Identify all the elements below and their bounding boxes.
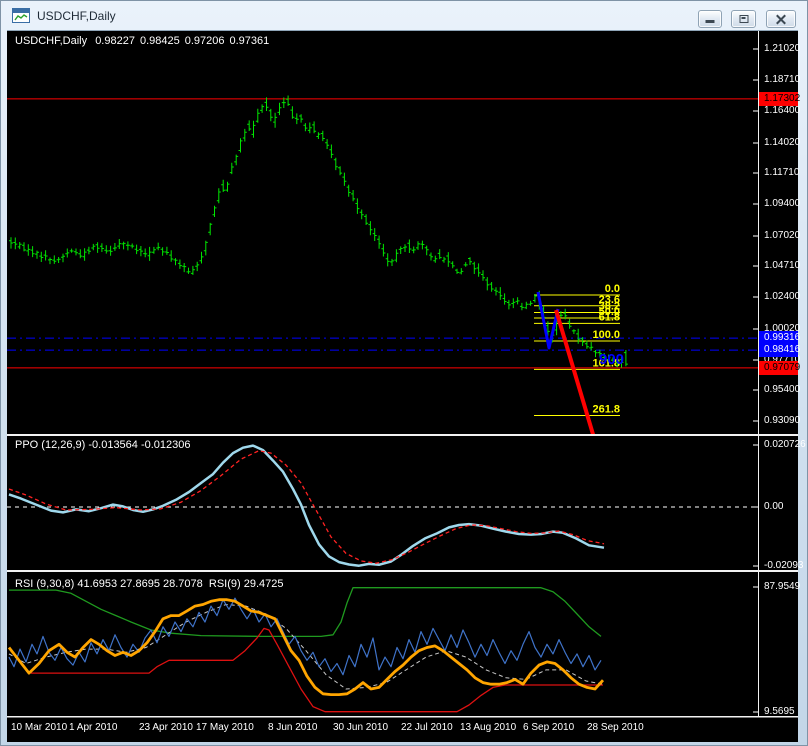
rsi-indicator-label: RSI (9,30,8) 41.6953 27.8695 28.7078 RSI… [15, 578, 283, 590]
ohlc-readout: USDCHF,Daily 0.98227 0.98425 0.97206 0.9736… [15, 35, 274, 47]
price-axis-label: 1.04710 [764, 260, 804, 272]
date-axis-label: 6 Sep 2010 [523, 722, 574, 733]
fib-level-label: 261.8 [592, 403, 620, 415]
chart-client-area[interactable]: 0.023.638.250.061.8100.0161.8261.8 USDCH… [7, 31, 798, 742]
price-axis-label: 1.16400 [764, 105, 804, 117]
open-value: 0.98227 [95, 35, 135, 47]
ppo-axis-label: -0.02093 [764, 560, 804, 572]
date-axis-label: 30 Jun 2010 [333, 722, 388, 733]
pane-separator[interactable] [7, 570, 798, 572]
ppo-main-line [9, 446, 604, 566]
ppo-indicator-label: PPO (12,26,9) -0.013564 -0.012306 [15, 439, 191, 451]
rsi-axis-label: 9.5695 [764, 706, 804, 718]
title-bar[interactable]: USDCHF,Daily [1, 1, 807, 31]
chart-canvas[interactable]: 0.023.638.250.061.8100.0161.8261.8 [7, 31, 798, 742]
date-axis-label: 17 May 2010 [196, 722, 254, 733]
price-level-badge: 1.17302 [759, 92, 798, 106]
restore-button[interactable] [731, 10, 756, 28]
ppo-axis-label: 0.020726 [764, 439, 804, 451]
minimize-icon [706, 20, 715, 23]
main-pane[interactable]: 0.023.638.250.061.8100.0161.8261.8 [7, 96, 758, 442]
fib-level-label: 100.0 [592, 329, 620, 341]
price-axis-label: 0.93090 [764, 415, 804, 427]
fib-annotation-text: 900 [599, 351, 624, 368]
price-axis-label: 1.18710 [764, 74, 804, 86]
date-axis-label: 1 Apr 2010 [69, 722, 117, 733]
price-axis-label: 0.95400 [764, 384, 804, 396]
date-axis-label: 10 Mar 2010 [11, 722, 67, 733]
trendline-annotation [556, 310, 595, 441]
price-level-badge: 0.97079 [759, 361, 798, 375]
low-value: 0.97206 [185, 35, 225, 47]
fib-level-label: 61.8 [599, 311, 620, 323]
price-axis-label: 1.02400 [764, 291, 804, 303]
ppo-pane[interactable] [7, 446, 758, 566]
price-level-badge: 0.98416 [759, 343, 798, 357]
date-axis-label: 23 Apr 2010 [139, 722, 193, 733]
price-axis-label: 1.07020 [764, 230, 804, 242]
close-value: 0.97361 [229, 35, 269, 47]
axis-tick-marks [753, 49, 758, 712]
symbol-label: USDCHF,Daily [15, 35, 87, 47]
upper-band-line [9, 588, 601, 637]
chart-window: USDCHF,Daily 0.023.638.250.061.8100.0161… [0, 0, 808, 746]
close-icon [776, 15, 786, 24]
minimize-button[interactable] [698, 10, 722, 28]
close-button[interactable] [766, 10, 796, 28]
zigzag-annotation [538, 292, 558, 348]
high-value: 0.98425 [140, 35, 180, 47]
pane-separator[interactable] [7, 434, 798, 436]
price-axis-label: 1.09400 [764, 198, 804, 210]
date-axis-label: 28 Sep 2010 [587, 722, 644, 733]
price-axis-label: 1.21020 [764, 43, 804, 55]
lower-band-line [31, 628, 603, 711]
price-axis-label: 1.11710 [764, 167, 804, 179]
rsi-axis-label: 87.9549 [764, 581, 804, 593]
rsi-smoothed-orange-line [9, 600, 603, 695]
date-axis-label: 13 Aug 2010 [460, 722, 516, 733]
date-axis-label: 22 Jul 2010 [401, 722, 453, 733]
candlestick-series [9, 96, 628, 368]
time-axis-border [7, 716, 798, 718]
ppo-axis-label: 0.00 [764, 501, 804, 513]
date-axis-label: 8 Jun 2010 [268, 722, 318, 733]
rsi-pane[interactable] [9, 588, 603, 712]
price-axis-label: 1.14020 [764, 137, 804, 149]
chart-window-icon [12, 8, 30, 23]
window-title: USDCHF,Daily [37, 9, 116, 23]
restore-icon [739, 15, 748, 23]
